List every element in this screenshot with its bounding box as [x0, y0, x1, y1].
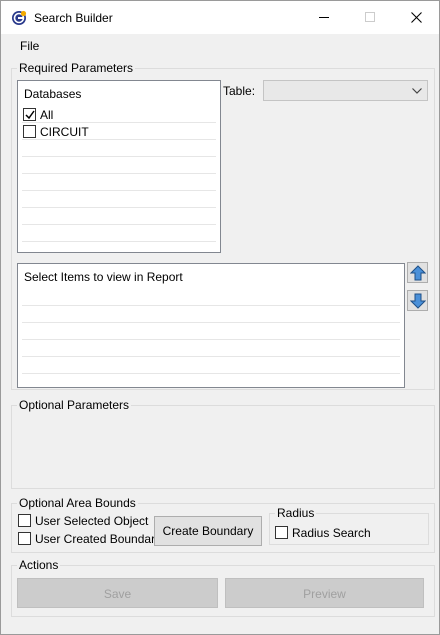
radius-search-label: Radius Search [292, 526, 371, 540]
user-selected-object-label: User Selected Object [35, 514, 149, 528]
table-select[interactable] [263, 80, 428, 101]
database-all-checkbox[interactable] [23, 108, 36, 121]
close-button[interactable] [393, 1, 439, 34]
database-circuit-label: CIRCUIT [40, 125, 89, 139]
minimize-icon [319, 17, 329, 18]
radius-label: Radius [275, 506, 317, 520]
optional-parameters-label: Optional Parameters [17, 398, 132, 412]
move-up-button[interactable] [407, 262, 428, 283]
databases-listbox[interactable]: Databases All CIRCUIT [17, 80, 221, 253]
minimize-button[interactable] [301, 1, 347, 34]
create-boundary-button-label: Create Boundary [162, 524, 254, 538]
preview-button-label: Preview [303, 587, 346, 601]
search-builder-window: Search Builder File Required Parameters … [0, 0, 440, 635]
database-circuit-checkbox[interactable] [23, 125, 36, 138]
app-logo-icon [11, 10, 27, 26]
save-button[interactable]: Save [17, 578, 218, 608]
create-boundary-button[interactable]: Create Boundary [154, 516, 262, 546]
save-button-label: Save [103, 587, 132, 601]
optional-area-bounds-label: Optional Area Bounds [17, 496, 138, 510]
window-title: Search Builder [34, 11, 113, 25]
move-down-button[interactable] [407, 290, 428, 311]
menu-bar: File [1, 34, 439, 56]
user-created-boundary-label: User Created Boundary [35, 532, 162, 546]
title-bar: Search Builder [1, 1, 439, 34]
database-all-label: All [40, 108, 54, 122]
preview-button[interactable]: Preview [225, 578, 424, 608]
close-icon [411, 12, 422, 23]
report-items-listbox[interactable]: Select Items to view in Report [17, 263, 405, 388]
databases-header: Databases [24, 87, 82, 101]
checkmark-icon [25, 110, 35, 120]
user-created-boundary-checkbox[interactable] [18, 532, 31, 545]
radius-search-checkbox[interactable] [275, 526, 288, 539]
arrow-down-icon [410, 293, 426, 309]
arrow-up-icon [410, 265, 426, 281]
report-items-header: Select Items to view in Report [24, 270, 183, 284]
maximize-button [347, 1, 393, 34]
required-parameters-label: Required Parameters [17, 61, 136, 75]
maximize-icon [365, 12, 375, 22]
optional-parameters-group [11, 405, 435, 489]
menu-file[interactable]: File [20, 39, 39, 53]
actions-label: Actions [17, 558, 61, 572]
user-selected-object-checkbox[interactable] [18, 514, 31, 527]
table-label: Table: [223, 84, 256, 98]
chevron-down-icon [412, 88, 422, 94]
